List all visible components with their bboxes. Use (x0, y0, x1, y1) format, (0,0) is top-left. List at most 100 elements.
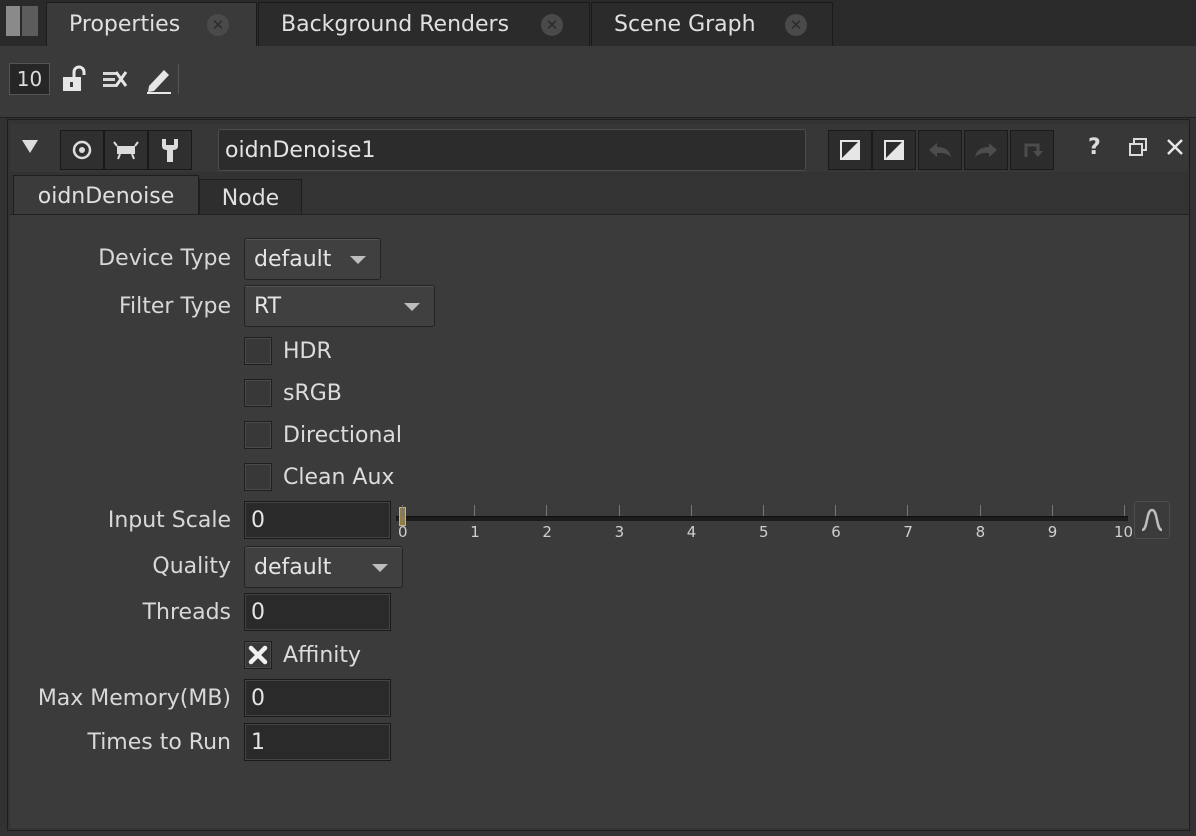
affinity-label: Affinity (283, 643, 362, 668)
slider-tick-label: 4 (686, 523, 697, 541)
clear-panels-icon[interactable] (101, 64, 131, 94)
clean-aux-checkbox[interactable] (244, 463, 272, 491)
srgb-label: sRGB (283, 381, 342, 406)
tab-label: Background Renders (281, 12, 510, 37)
mix-icon (840, 140, 860, 160)
slider-tick (402, 505, 403, 516)
settings-button[interactable] (148, 130, 192, 170)
hdr-checkbox[interactable] (244, 337, 272, 365)
slider-tick-label: 2 (542, 523, 552, 541)
curve-editor-button[interactable] (1134, 501, 1170, 539)
slider-tick (835, 505, 837, 516)
help-icon[interactable]: ? (1088, 135, 1101, 160)
slider-tick (1051, 505, 1053, 516)
tab-properties[interactable]: Properties ✕ (46, 2, 257, 46)
tab-label: Properties (69, 12, 181, 37)
slider-tick-label: 10 (1114, 523, 1134, 541)
slider-tick (546, 505, 548, 516)
slider-tick-label: 8 (975, 523, 986, 541)
pane-menu-icon[interactable] (6, 6, 38, 36)
slider-tick (690, 505, 692, 516)
float-icon[interactable] (1128, 137, 1148, 161)
slider-tick-label: 0 (398, 523, 408, 541)
panel-header: oidnDenoise1 ? (10, 124, 1188, 172)
close-icon[interactable] (1165, 137, 1185, 161)
pane-tab-bar: Properties ✕ Background Renders ✕ Scene … (0, 0, 1196, 46)
slider-tick-label: 5 (759, 523, 769, 541)
pencil-icon[interactable] (144, 64, 174, 94)
threads-label: Threads (142, 600, 231, 625)
filter-type-label: Filter Type (118, 294, 231, 319)
node-name-field[interactable]: oidnDenoise1 (218, 129, 806, 171)
times-to-run-field[interactable]: 1 (244, 723, 391, 761)
input-scale-slider[interactable]: 0 1 2 3 4 5 6 7 8 9 10 (394, 503, 1134, 541)
input-scale-field[interactable]: 0 (244, 501, 391, 539)
viewer-button[interactable] (104, 130, 148, 170)
quality-label: Quality (152, 554, 231, 579)
max-memory-label: Max Memory(MB) (37, 686, 231, 711)
slider-tick-label: 3 (614, 523, 625, 541)
max-memory-field[interactable]: 0 (244, 679, 391, 717)
revert-icon (1024, 143, 1043, 157)
checkmark-icon (248, 645, 268, 665)
affinity-checkbox[interactable] (244, 641, 272, 669)
close-icon[interactable]: ✕ (541, 14, 563, 36)
directional-label: Directional (283, 423, 402, 448)
mix-luminance-button[interactable] (872, 130, 916, 170)
input-scale-label: Input Scale (107, 508, 231, 533)
undo-icon (929, 143, 951, 157)
close-icon[interactable]: ✕ (207, 14, 229, 36)
toolbar-divider (178, 64, 179, 94)
clean-aux-label: Clean Aux (283, 465, 395, 490)
quality-value: default (254, 554, 332, 580)
slider-tick-label: 6 (831, 523, 841, 541)
slider-tick-label: 9 (1047, 523, 1058, 541)
chevron-down-icon (372, 564, 388, 572)
tab-background-renders[interactable]: Background Renders ✕ (258, 2, 590, 46)
node-properties-panel: oidnDenoise 1 ? oidnDenoise Node (7, 119, 1190, 831)
tab-oidndenoise[interactable]: oidnDenoise (13, 175, 199, 217)
device-type-label: Device Type (98, 246, 231, 271)
tab-node[interactable]: Node (199, 179, 302, 217)
slider-tick (979, 505, 981, 516)
slider-tick (474, 505, 476, 516)
max-panels-field[interactable]: 10 (9, 63, 50, 95)
node-color-icon (72, 140, 92, 160)
properties-window: Properties ✕ Background Renders ✕ Scene … (0, 0, 1196, 836)
filter-type-value: RT (254, 293, 282, 319)
properties-toolbar: 10 (0, 46, 1196, 118)
mix-icon (884, 140, 904, 160)
undo-button[interactable] (918, 130, 962, 170)
redo-button[interactable] (964, 130, 1008, 170)
chevron-down-icon (404, 303, 420, 311)
filter-type-dropdown[interactable]: RT (244, 285, 435, 327)
device-type-dropdown[interactable]: default (244, 238, 381, 280)
slider-tick-label: 1 (470, 523, 480, 541)
node-color-button[interactable] (60, 130, 104, 170)
curve-icon (1141, 508, 1163, 532)
close-icon[interactable]: ✕ (785, 14, 807, 36)
times-to-run-label: Times to Run (87, 730, 231, 755)
redo-icon (975, 143, 997, 157)
device-type-value: default (254, 246, 332, 272)
hdr-label: HDR (283, 339, 332, 364)
srgb-checkbox[interactable] (244, 379, 272, 407)
slider-tick (763, 505, 764, 516)
tab-label: Scene Graph (614, 12, 756, 37)
quality-dropdown[interactable]: default (244, 546, 403, 588)
settings-icon (162, 139, 178, 162)
lock-icon[interactable] (60, 64, 90, 94)
slider-tick (618, 505, 620, 516)
collapse-arrow-icon[interactable] (20, 138, 40, 158)
viewer-icon (113, 141, 139, 160)
directional-checkbox[interactable] (244, 421, 272, 449)
slider-tick (907, 505, 909, 516)
mix-button[interactable] (828, 130, 872, 170)
threads-field[interactable]: 0 (244, 593, 391, 631)
chevron-down-icon (350, 256, 366, 264)
tab-scene-graph[interactable]: Scene Graph ✕ (591, 2, 833, 46)
slider-tick-label: 7 (903, 523, 913, 541)
panel-tabs: oidnDenoise Node (10, 175, 1188, 217)
slider-tick (1124, 505, 1125, 516)
revert-button[interactable] (1010, 130, 1054, 170)
